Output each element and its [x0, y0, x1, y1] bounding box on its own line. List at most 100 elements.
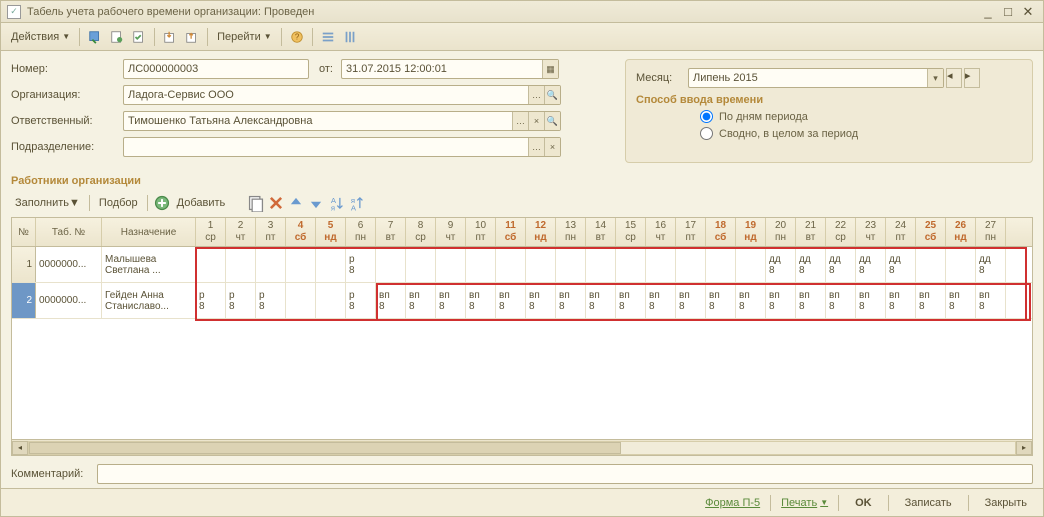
org-input[interactable]: Ладога-Сервис ООО…🔍: [123, 85, 561, 105]
cell-day[interactable]: [286, 247, 316, 282]
close-button[interactable]: ✕: [1019, 4, 1037, 20]
tb-new-icon[interactable]: [107, 27, 127, 47]
maximize-button[interactable]: □: [999, 4, 1017, 20]
cell-day[interactable]: вп8: [826, 283, 856, 318]
scroll-track[interactable]: [28, 441, 1016, 455]
cell-day[interactable]: р8: [226, 283, 256, 318]
col-day-10[interactable]: 10пт: [466, 218, 496, 246]
cell-day[interactable]: [586, 247, 616, 282]
clear-icon[interactable]: ×: [528, 112, 544, 130]
cell-day[interactable]: [436, 247, 466, 282]
cell-day[interactable]: [916, 247, 946, 282]
col-day-4[interactable]: 4сб: [286, 218, 316, 246]
cell-day[interactable]: вп8: [886, 283, 916, 318]
tb-post-icon[interactable]: [129, 27, 149, 47]
add-button[interactable]: Добавить: [173, 197, 230, 209]
number-input[interactable]: ЛС000000003: [123, 59, 309, 79]
dropdown-icon[interactable]: ▾: [927, 69, 943, 87]
up-icon[interactable]: [287, 194, 305, 212]
col-day-6[interactable]: 6пн: [346, 218, 376, 246]
col-day-5[interactable]: 5нд: [316, 218, 346, 246]
copy-icon[interactable]: [247, 194, 265, 212]
down-icon[interactable]: [307, 194, 325, 212]
cell-day[interactable]: [646, 247, 676, 282]
cell-day[interactable]: вп8: [376, 283, 406, 318]
col-tab[interactable]: Таб. №: [36, 218, 102, 246]
cell-day[interactable]: вп8: [586, 283, 616, 318]
cell-day[interactable]: вп8: [526, 283, 556, 318]
cell-day[interactable]: [556, 247, 586, 282]
cell-day[interactable]: дд8: [976, 247, 1006, 282]
col-day-21[interactable]: 21вт: [796, 218, 826, 246]
hscrollbar[interactable]: ◂ ▸: [12, 439, 1032, 455]
cell-day[interactable]: р8: [346, 247, 376, 282]
cell-day[interactable]: [496, 247, 526, 282]
month-input[interactable]: Липень 2015▾: [688, 68, 944, 88]
row-tab[interactable]: 0000000...: [36, 247, 102, 282]
cell-day[interactable]: [256, 247, 286, 282]
cell-day[interactable]: [466, 247, 496, 282]
col-day-8[interactable]: 8ср: [406, 218, 436, 246]
print-menu[interactable]: Печать▼: [781, 497, 828, 509]
cell-day[interactable]: вп8: [496, 283, 526, 318]
cell-day[interactable]: р8: [196, 283, 226, 318]
add-icon[interactable]: [153, 194, 171, 212]
form-p5-link[interactable]: Форма П-5: [705, 497, 760, 509]
cell-day[interactable]: вп8: [766, 283, 796, 318]
radio-by-days-input[interactable]: [700, 110, 713, 123]
cell-day[interactable]: дд8: [826, 247, 856, 282]
clear-icon[interactable]: ×: [544, 138, 560, 156]
cell-day[interactable]: вп8: [706, 283, 736, 318]
calendar-icon[interactable]: ▦: [542, 60, 558, 78]
col-day-2[interactable]: 2чт: [226, 218, 256, 246]
tb-settings-icon[interactable]: [340, 27, 360, 47]
table-row[interactable]: 10000000...МалышеваСветлана ...р8дд8дд8д…: [12, 247, 1032, 283]
cell-day[interactable]: вп8: [436, 283, 466, 318]
sort-asc-icon[interactable]: Aя: [327, 194, 345, 212]
col-day-13[interactable]: 13пн: [556, 218, 586, 246]
radio-summary[interactable]: Сводно, в целом за период: [700, 127, 1022, 140]
col-day-24[interactable]: 24пт: [886, 218, 916, 246]
scroll-left-icon[interactable]: ◂: [12, 441, 28, 455]
dept-input[interactable]: …×: [123, 137, 561, 157]
scroll-thumb[interactable]: [29, 442, 621, 454]
cell-day[interactable]: вп8: [856, 283, 886, 318]
col-num[interactable]: №: [12, 218, 36, 246]
cell-day[interactable]: дд8: [766, 247, 796, 282]
select-icon[interactable]: …: [528, 138, 544, 156]
col-day-9[interactable]: 9чт: [436, 218, 466, 246]
cell-day[interactable]: вп8: [616, 283, 646, 318]
row-name[interactable]: МалышеваСветлана ...: [102, 247, 196, 282]
tb-export-icon[interactable]: [160, 27, 180, 47]
comment-input[interactable]: [97, 464, 1033, 484]
lookup-icon[interactable]: 🔍: [544, 86, 560, 104]
col-day-14[interactable]: 14вт: [586, 218, 616, 246]
cell-day[interactable]: [316, 247, 346, 282]
cell-day[interactable]: [946, 247, 976, 282]
tb-list-icon[interactable]: [318, 27, 338, 47]
scroll-right-icon[interactable]: ▸: [1016, 441, 1032, 455]
cell-day[interactable]: [196, 247, 226, 282]
cell-day[interactable]: вп8: [406, 283, 436, 318]
sort-desc-icon[interactable]: яA: [347, 194, 365, 212]
col-day-15[interactable]: 15ср: [616, 218, 646, 246]
month-prev-icon[interactable]: ◂: [946, 68, 962, 88]
col-day-7[interactable]: 7вт: [376, 218, 406, 246]
cell-day[interactable]: вп8: [976, 283, 1006, 318]
cell-day[interactable]: дд8: [856, 247, 886, 282]
col-day-25[interactable]: 25сб: [916, 218, 946, 246]
cell-day[interactable]: дд8: [886, 247, 916, 282]
cell-day[interactable]: [286, 283, 316, 318]
col-day-1[interactable]: 1ср: [196, 218, 226, 246]
cell-day[interactable]: р8: [346, 283, 376, 318]
delete-icon[interactable]: [267, 194, 285, 212]
select-icon[interactable]: …: [512, 112, 528, 130]
table-row[interactable]: 20000000...Гейден АннаСтаниславо...р8р8р…: [12, 283, 1032, 319]
col-day-12[interactable]: 12нд: [526, 218, 556, 246]
tb-help-icon[interactable]: ?: [287, 27, 307, 47]
ok-button[interactable]: OK: [849, 495, 878, 511]
lookup-icon[interactable]: 🔍: [544, 112, 560, 130]
close-footer-button[interactable]: Закрыть: [979, 495, 1033, 511]
cell-day[interactable]: [706, 247, 736, 282]
cell-day[interactable]: [226, 247, 256, 282]
